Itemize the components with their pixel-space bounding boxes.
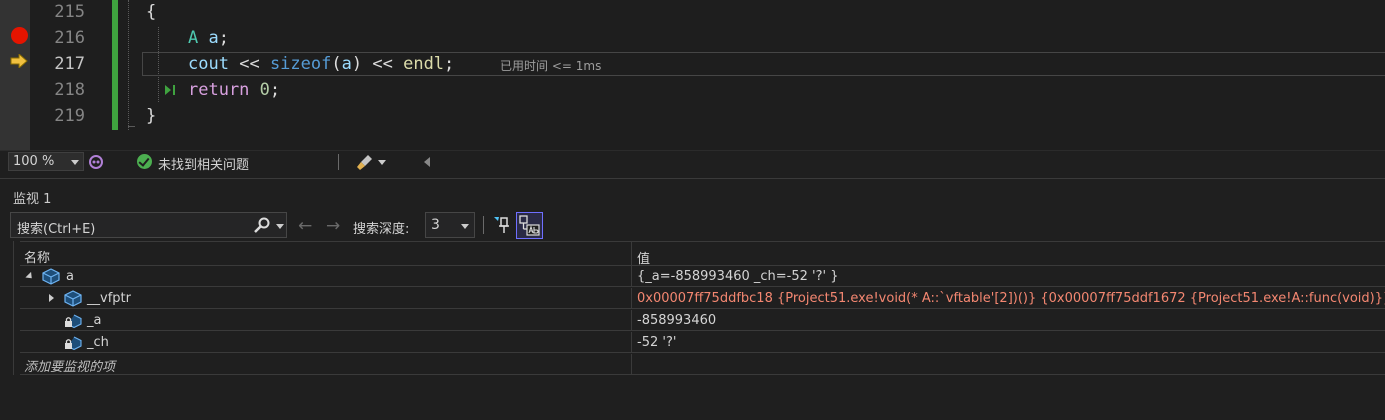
punct-token: ; bbox=[444, 54, 455, 74]
chevron-down-icon[interactable] bbox=[378, 160, 386, 165]
column-header-name[interactable]: 名称 bbox=[20, 242, 632, 267]
watch-value[interactable]: -52 '?' bbox=[637, 335, 676, 350]
chevron-down-icon bbox=[71, 160, 79, 165]
code-line-219[interactable]: } bbox=[146, 106, 156, 126]
add-watch-placeholder[interactable]: 添加要监视的项 bbox=[24, 356, 115, 375]
line-number: 216 bbox=[54, 28, 85, 48]
add-watch-row[interactable]: 添加要监视的项 bbox=[20, 354, 1385, 375]
watch-panel: 监视 1 搜索(Ctrl+E) ← → 搜索深度: 3 名称 值 a {_a=-… bbox=[0, 178, 1385, 420]
arrow-left-icon[interactable]: ← bbox=[298, 216, 312, 236]
code-line-218[interactable]: return 0; bbox=[188, 80, 280, 100]
line-number: 217 bbox=[54, 54, 85, 74]
editor-status-bar: 100 % 未找到相关问题 bbox=[0, 150, 1385, 173]
code-line-217[interactable]: cout << sizeof(a) << endl; bbox=[188, 54, 454, 74]
punct-token: ) bbox=[351, 54, 363, 74]
punct-token: ( bbox=[331, 54, 342, 74]
divider bbox=[338, 154, 339, 170]
issues-status[interactable]: 未找到相关问题 bbox=[158, 154, 249, 173]
watch-value[interactable]: {_a=-858993460 _ch=-52 '?' } bbox=[637, 269, 839, 284]
change-tracking-bar bbox=[112, 0, 118, 130]
punct-token: ; bbox=[269, 80, 281, 100]
search-depth-value: 3 bbox=[431, 217, 440, 233]
line-number: 219 bbox=[54, 106, 85, 126]
check-circle-icon bbox=[137, 154, 152, 169]
ident-token: a bbox=[208, 28, 219, 48]
search-placeholder: 搜索(Ctrl+E) bbox=[17, 222, 96, 237]
code-line-216[interactable]: A a; bbox=[188, 28, 229, 48]
line-number: 218 bbox=[54, 80, 85, 100]
fn-token: endl bbox=[403, 54, 445, 74]
fold-guide-end bbox=[128, 126, 135, 127]
object-icon bbox=[64, 290, 82, 307]
copilot-icon[interactable] bbox=[88, 154, 104, 170]
collapse-icon[interactable] bbox=[25, 271, 35, 282]
op-token: << bbox=[239, 54, 260, 74]
zoom-dropdown[interactable]: 100 % bbox=[8, 152, 84, 171]
op-token: << bbox=[372, 54, 393, 74]
keyword-token: return bbox=[188, 80, 250, 100]
hex-display-toggle[interactable] bbox=[516, 212, 543, 239]
grid-header: 名称 值 bbox=[20, 241, 1385, 267]
ident-token: a bbox=[341, 54, 352, 74]
arrow-right-icon[interactable]: → bbox=[326, 216, 340, 236]
expand-icon[interactable] bbox=[49, 294, 54, 302]
watch-value[interactable]: -858993460 bbox=[637, 313, 716, 328]
perf-tip[interactable]: 已用时间 <= 1ms bbox=[500, 57, 601, 74]
table-row[interactable]: _ch -52 '?' bbox=[20, 332, 1385, 353]
object-icon bbox=[42, 268, 60, 285]
run-to-click-icon[interactable] bbox=[163, 83, 177, 97]
search-icon[interactable] bbox=[253, 217, 271, 233]
table-row[interactable]: _a -858993460 bbox=[20, 310, 1385, 331]
chevron-down-icon bbox=[461, 224, 469, 229]
watch-value[interactable]: 0x00007ff75ddfbc18 {Project51.exe!void(*… bbox=[637, 291, 1385, 306]
search-depth-label: 搜索深度: bbox=[353, 222, 410, 237]
watch-grid: 名称 值 a {_a=-858993460 _ch=-52 '?' } __vf… bbox=[0, 241, 1385, 375]
panel-title[interactable]: 监视 1 bbox=[13, 188, 51, 207]
watch-name: __vfptr bbox=[87, 291, 131, 306]
search-input[interactable]: 搜索(Ctrl+E) bbox=[10, 212, 287, 238]
column-header-value[interactable]: 值 bbox=[637, 248, 650, 267]
watch-name: _ch bbox=[87, 335, 109, 350]
pin-icon[interactable] bbox=[492, 215, 510, 235]
search-depth-dropdown[interactable]: 3 bbox=[425, 212, 475, 238]
punct-token: ; bbox=[218, 28, 229, 48]
fold-guide bbox=[128, 0, 129, 130]
code-line-215[interactable]: { bbox=[146, 2, 156, 22]
number-token: 0 bbox=[259, 80, 270, 100]
watch-name: _a bbox=[87, 313, 102, 328]
ident-token: cout bbox=[188, 54, 229, 74]
locked-field-icon bbox=[65, 336, 82, 351]
zoom-value: 100 % bbox=[13, 154, 55, 169]
divider bbox=[483, 216, 484, 234]
scroll-left-icon[interactable] bbox=[424, 157, 430, 167]
hex-display-icon bbox=[519, 215, 540, 236]
glyph-margin[interactable] bbox=[0, 0, 30, 150]
column-label: 名称 bbox=[24, 251, 51, 266]
locked-field-icon bbox=[65, 314, 82, 329]
table-row[interactable]: a {_a=-858993460 _ch=-52 '?' } bbox=[20, 266, 1385, 287]
table-row[interactable]: __vfptr 0x00007ff75ddfbc18 {Project51.ex… bbox=[20, 288, 1385, 309]
code-cleanup-icon[interactable] bbox=[356, 153, 374, 171]
code-editor[interactable]: 215 216 217 218 219 { A a; cout << sizeo… bbox=[0, 0, 1385, 150]
chevron-down-icon[interactable] bbox=[276, 224, 284, 229]
line-number: 215 bbox=[54, 2, 85, 22]
keyword-token: sizeof bbox=[269, 54, 332, 74]
type-token: A bbox=[188, 28, 199, 48]
watch-name: a bbox=[66, 269, 74, 284]
